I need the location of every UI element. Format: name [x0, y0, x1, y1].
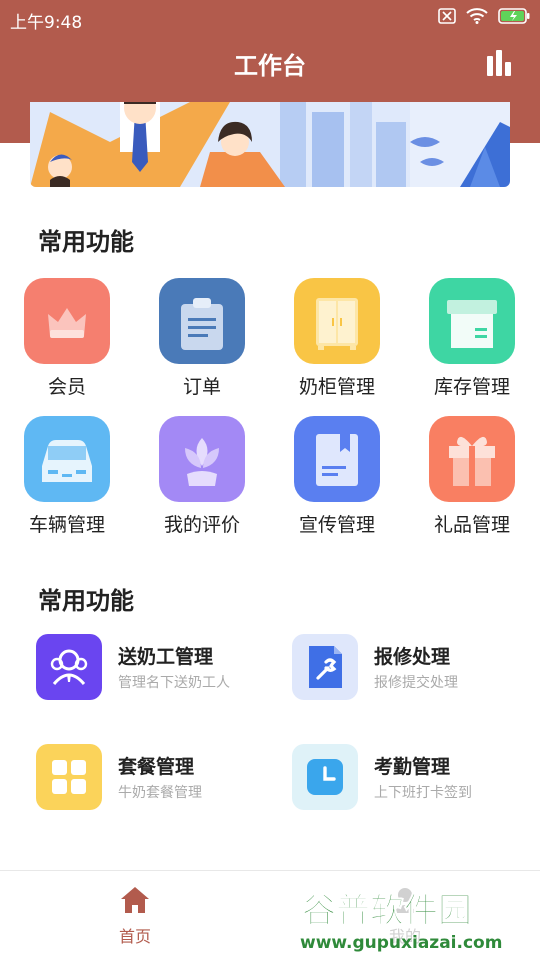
- statistics-button[interactable]: [484, 46, 514, 76]
- feature-gifts[interactable]: 礼品管理: [417, 416, 527, 537]
- promo-banner[interactable]: [30, 102, 510, 187]
- tab-home-label: 首页: [118, 927, 151, 946]
- status-bar: 上午9:48: [0, 0, 540, 36]
- feature-label: 车辆管理: [28, 514, 105, 536]
- banner-illustration: [30, 102, 510, 187]
- book-icon: [294, 416, 380, 502]
- mgmt-subtitle: 报修提交处理: [374, 675, 458, 691]
- gift-icon: [429, 416, 515, 502]
- tab-home[interactable]: 首页: [75, 885, 195, 947]
- feature-orders[interactable]: 订单: [147, 278, 257, 399]
- wifi-icon: [466, 8, 488, 24]
- bar-chart-icon-bar: [505, 62, 511, 76]
- mgmt-title: 套餐管理: [118, 756, 195, 778]
- mgmt-title: 考勤管理: [374, 756, 451, 778]
- cabinet-icon: [294, 278, 380, 364]
- feature-label: 奶柜管理: [298, 376, 375, 398]
- status-icons: [438, 8, 530, 24]
- mgmt-repair[interactable]: 报修处理 报修提交处理: [292, 634, 522, 714]
- box-icon: [429, 278, 515, 364]
- feature-label: 我的评价: [163, 514, 240, 536]
- watermark: 谷普软件园 www.gupuxiazai.com: [296, 884, 536, 956]
- battery-icon: [498, 8, 530, 24]
- feature-label: 库存管理: [433, 376, 510, 398]
- grid-icon: [36, 744, 102, 810]
- clock-icon: [292, 744, 358, 810]
- mgmt-title: 送奶工管理: [118, 646, 214, 668]
- bar-chart-icon: [487, 56, 493, 76]
- page-title: 工作台: [234, 52, 306, 80]
- feature-label: 订单: [182, 376, 221, 398]
- users-icon: [36, 634, 102, 700]
- feature-inventory[interactable]: 库存管理: [417, 278, 527, 399]
- watermark-line2: www.gupuxiazai.com: [300, 933, 502, 953]
- feature-member[interactable]: 会员: [12, 278, 122, 399]
- watermark-line1: 谷普软件园: [302, 891, 472, 931]
- crown-icon: [24, 278, 110, 364]
- feature-label: 礼品管理: [433, 514, 510, 536]
- section-title-management: 常用功能: [38, 587, 134, 615]
- mgmt-attendance[interactable]: 考勤管理 上下班打卡签到: [292, 744, 522, 824]
- mgmt-subtitle: 牛奶套餐管理: [118, 785, 202, 801]
- mgmt-milkman[interactable]: 送奶工管理 管理名下送奶工人: [36, 634, 266, 714]
- bar-chart-icon-bar: [496, 50, 502, 76]
- clipboard-icon: [159, 278, 245, 364]
- feature-my-reviews[interactable]: 我的评价: [147, 416, 257, 537]
- feature-label: 宣传管理: [298, 514, 375, 536]
- mgmt-title: 报修处理: [374, 646, 451, 668]
- mgmt-package[interactable]: 套餐管理 牛奶套餐管理: [36, 744, 266, 824]
- feature-promotion[interactable]: 宣传管理: [282, 416, 392, 537]
- feature-label: 会员: [47, 376, 86, 398]
- status-time: 上午9:48: [10, 13, 83, 33]
- feature-vehicles[interactable]: 车辆管理: [12, 416, 122, 537]
- home-icon: [121, 887, 149, 913]
- feature-milk-cabinet[interactable]: 奶柜管理: [282, 278, 392, 399]
- mgmt-subtitle: 上下班打卡签到: [374, 785, 472, 801]
- wrench-document-icon: [292, 634, 358, 700]
- section-title-common: 常用功能: [38, 228, 134, 256]
- mgmt-subtitle: 管理名下送奶工人: [118, 675, 230, 691]
- sim-blocked-icon: [438, 8, 456, 24]
- flower-icon: [159, 416, 245, 502]
- car-icon: [24, 416, 110, 502]
